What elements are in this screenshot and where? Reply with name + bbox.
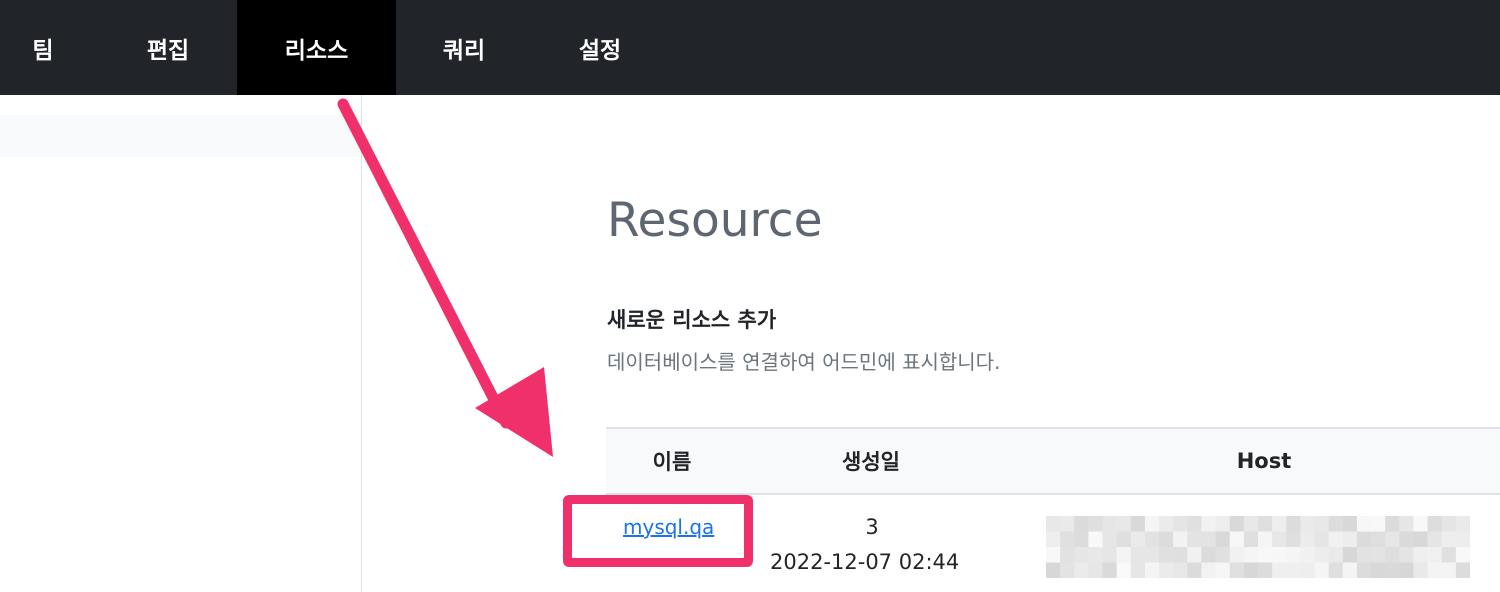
sidebar (0, 95, 362, 592)
column-header-name[interactable]: 이름 (606, 429, 738, 493)
top-navbar: 팀 편집 리소스 쿼리 설정 (0, 0, 1500, 95)
created-date: 2022-12-07 02:44 (770, 550, 960, 574)
nav-tab-query[interactable]: 쿼리 (396, 0, 532, 95)
table-header: 이름 생성일 Host (606, 427, 1500, 495)
nav-tab-team[interactable]: 팀 (0, 0, 86, 95)
host-value-redacted (1046, 516, 1471, 579)
section-description: 데이터베이스를 연결하여 어드민에 표시합니다. (607, 350, 1001, 374)
nav-tab-settings[interactable]: 설정 (532, 0, 668, 95)
created-count: 3 (865, 515, 879, 539)
column-header-host[interactable]: Host (1166, 429, 1362, 493)
annotation-highlight-box (563, 495, 753, 567)
sidebar-item[interactable] (0, 115, 361, 157)
column-header-created[interactable]: 생성일 (802, 429, 940, 493)
section-title: 새로운 리소스 추가 (607, 308, 777, 332)
nav-tab-resource[interactable]: 리소스 (237, 0, 396, 95)
nav-tab-edit[interactable]: 편집 (86, 0, 250, 95)
page-title: Resource (607, 193, 823, 248)
